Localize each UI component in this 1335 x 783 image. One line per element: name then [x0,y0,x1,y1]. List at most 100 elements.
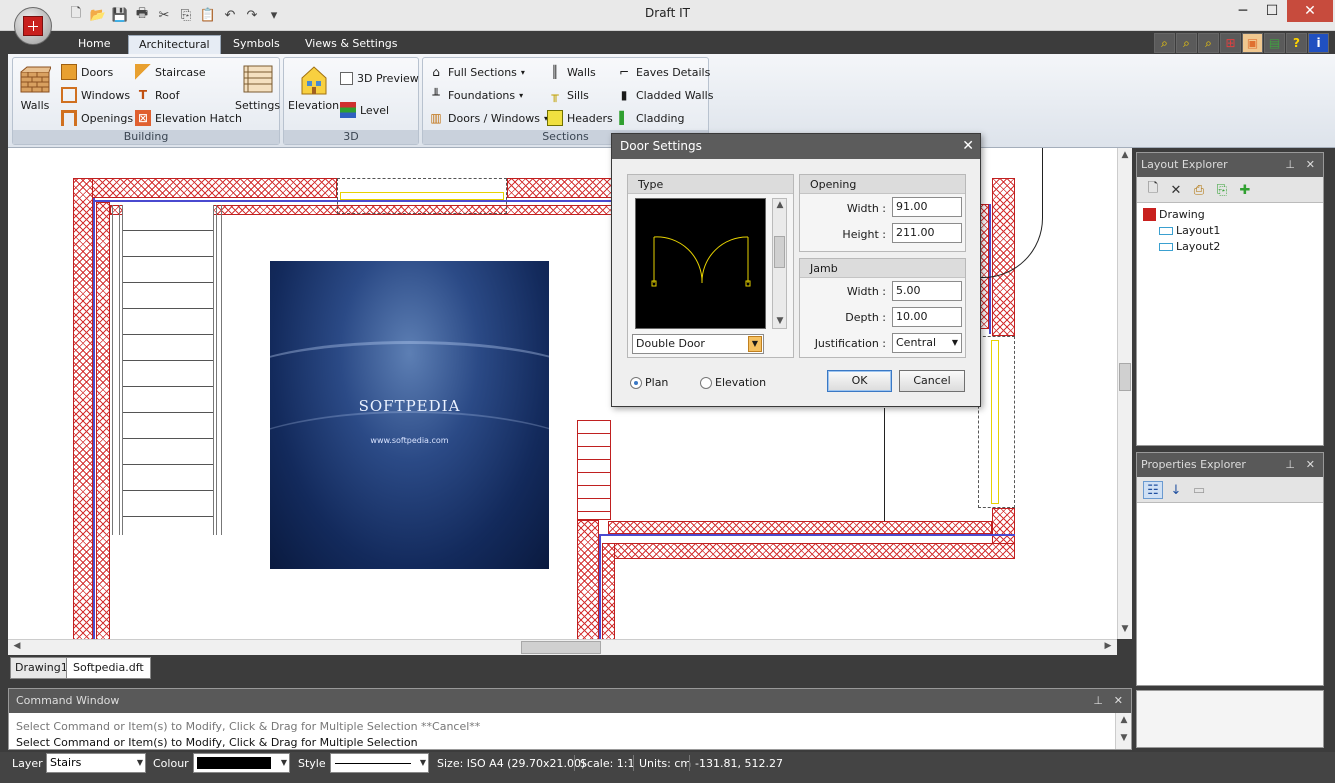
type-legend: Type [628,175,793,194]
delete-layout-icon[interactable]: ✕ [1166,181,1186,199]
horizontal-scrollbar[interactable]: ◀ ▶ [8,639,1117,655]
scroll-right-icon[interactable]: ▶ [1101,641,1115,651]
windows-button[interactable]: Windows [61,87,130,103]
scroll-up-icon[interactable]: ▲ [1118,150,1132,160]
foundations-button[interactable]: ╨ Foundations ▾ [428,87,523,103]
cladding-button[interactable]: ▌ Cladding [616,110,684,126]
doors-windows-button[interactable]: ▥ Doors / Windows ▾ [428,110,548,126]
zoom-in-icon[interactable]: ⌕ [1154,33,1175,53]
type-scrollbar[interactable]: ▲ ▼ [772,198,787,329]
zoom-out-icon[interactable]: ⌕ [1176,33,1197,53]
scroll-left-icon[interactable]: ◀ [10,641,24,651]
wall-segment[interactable] [73,178,337,198]
headers-button[interactable]: Headers [547,110,613,126]
ok-button[interactable]: OK [827,370,892,392]
import-layout-icon[interactable]: ⎙ [1189,181,1209,199]
staircase-button[interactable]: Staircase [135,64,206,80]
close-icon[interactable]: ✕ [1306,153,1315,177]
wall-segment[interactable] [96,202,110,639]
walls-button[interactable]: Walls [19,64,51,112]
horizontal-scroll-thumb[interactable] [521,641,601,654]
type-scroll-thumb[interactable] [774,236,785,268]
door-type-select[interactable]: Double Door ▼ [632,334,764,354]
pin-icon[interactable]: ⊥ [1285,153,1295,177]
help-icon[interactable]: ? [1286,33,1307,53]
tab-architectural[interactable]: Architectural [128,35,221,54]
elevation-hatch-button[interactable]: ⊠ Elevation Hatch [135,110,242,126]
door-icon [61,64,77,80]
opening-height-input[interactable]: 211.00 [892,223,962,243]
section-walls-button[interactable]: ║ Walls [547,64,595,80]
doc-tab-drawing1[interactable]: Drawing1 [10,657,73,679]
elevation-radio[interactable]: Elevation [700,376,766,389]
scroll-down-icon[interactable]: ▼ [1117,733,1131,743]
wall-segment[interactable] [602,543,1015,559]
categorized-icon[interactable]: ☷ [1143,481,1163,499]
close-button[interactable]: ✕ [1287,0,1333,22]
pin-icon[interactable]: ⊥ [1093,689,1103,713]
inserted-image[interactable]: SOFTPEDIA www.softpedia.com [270,261,549,569]
scroll-up-icon[interactable]: ▲ [773,200,787,210]
info-icon[interactable]: i [1308,33,1329,53]
wall-segment[interactable] [577,420,611,520]
scroll-down-icon[interactable]: ▼ [1118,624,1132,634]
scroll-down-icon[interactable]: ▼ [773,316,787,326]
export-icon[interactable]: ▤ [1264,33,1285,53]
snap-icon[interactable]: ▣ [1242,33,1263,53]
settings-button[interactable]: Settings [235,64,280,112]
vertical-scrollbar[interactable]: ▲ ▼ [1117,148,1132,639]
doors-windows-label: Doors / Windows [448,111,540,125]
3d-preview-checkbox[interactable]: 3D Preview [340,72,419,85]
tab-symbols[interactable]: Symbols [223,35,290,54]
tree-root-drawing[interactable]: Drawing [1143,208,1205,221]
grid-icon[interactable]: ⊞ [1220,33,1241,53]
properties-explorer-header: Properties Explorer ⊥ ✕ [1137,453,1323,477]
close-icon[interactable]: ✕ [1114,689,1123,713]
justification-select[interactable]: Central ▼ [892,333,962,353]
scroll-up-icon[interactable]: ▲ [1117,715,1131,725]
opening-width-input[interactable]: 91.00 [892,197,962,217]
minimize-button[interactable]: ─ [1228,0,1258,22]
eaves-details-button[interactable]: ⌐ Eaves Details [616,64,710,80]
zoom-window-icon[interactable]: ⌕ [1198,33,1219,53]
wall-segment[interactable] [602,543,615,639]
openings-button[interactable]: Openings [61,110,133,126]
maximize-button[interactable]: ☐ [1257,0,1287,22]
plan-radio[interactable]: Plan [630,376,668,389]
new-layout-icon[interactable]: 🗋 [1143,181,1163,199]
property-pages-icon[interactable]: ▭ [1189,481,1209,499]
cladded-walls-button[interactable]: ▮ Cladded Walls [616,87,714,103]
export-layout-icon[interactable]: ⎘ [1212,181,1232,199]
tab-home[interactable]: Home [68,35,120,54]
tree-item-layout1[interactable]: Layout1 [1159,224,1220,237]
jamb-width-input[interactable]: 5.00 [892,281,962,301]
add-layout-icon[interactable]: ✚ [1235,181,1255,199]
dialog-close-icon[interactable]: ✕ [962,134,974,159]
level-button[interactable]: Level [340,102,389,118]
vertical-scroll-thumb[interactable] [1119,363,1131,391]
staircase[interactable] [112,205,222,535]
header-icon [547,110,563,126]
layer-select[interactable]: Stairs ▼ [46,753,146,773]
tree-item-layout2[interactable]: Layout2 [1159,240,1220,253]
wall-segment[interactable] [577,520,599,639]
tab-views-settings[interactable]: Views & Settings [295,35,408,54]
colour-select[interactable]: ▼ [193,753,290,773]
command-scrollbar[interactable]: ▲ ▼ [1115,713,1131,749]
pin-icon[interactable]: ⊥ [1285,453,1295,477]
roof-button[interactable]: T Roof [135,87,180,103]
jamb-depth-input[interactable]: 10.00 [892,307,962,327]
style-select[interactable]: ▼ [330,753,429,773]
cancel-button[interactable]: Cancel [899,370,965,392]
sort-alpha-icon[interactable]: ↓ [1166,481,1186,499]
sills-button[interactable]: ╥ Sills [547,87,589,103]
wall-segment[interactable] [507,178,615,198]
wall-segment[interactable] [73,178,93,639]
elevation-button[interactable]: Elevation [288,64,339,112]
full-sections-button[interactable]: ⌂ Full Sections ▾ [428,64,525,80]
wall-segment[interactable] [608,521,992,534]
doors-button[interactable]: Doors [61,64,113,80]
app-menu-button[interactable] [14,7,52,45]
close-icon[interactable]: ✕ [1306,453,1315,477]
doc-tab-softpedia[interactable]: Softpedia.dft [66,657,151,679]
